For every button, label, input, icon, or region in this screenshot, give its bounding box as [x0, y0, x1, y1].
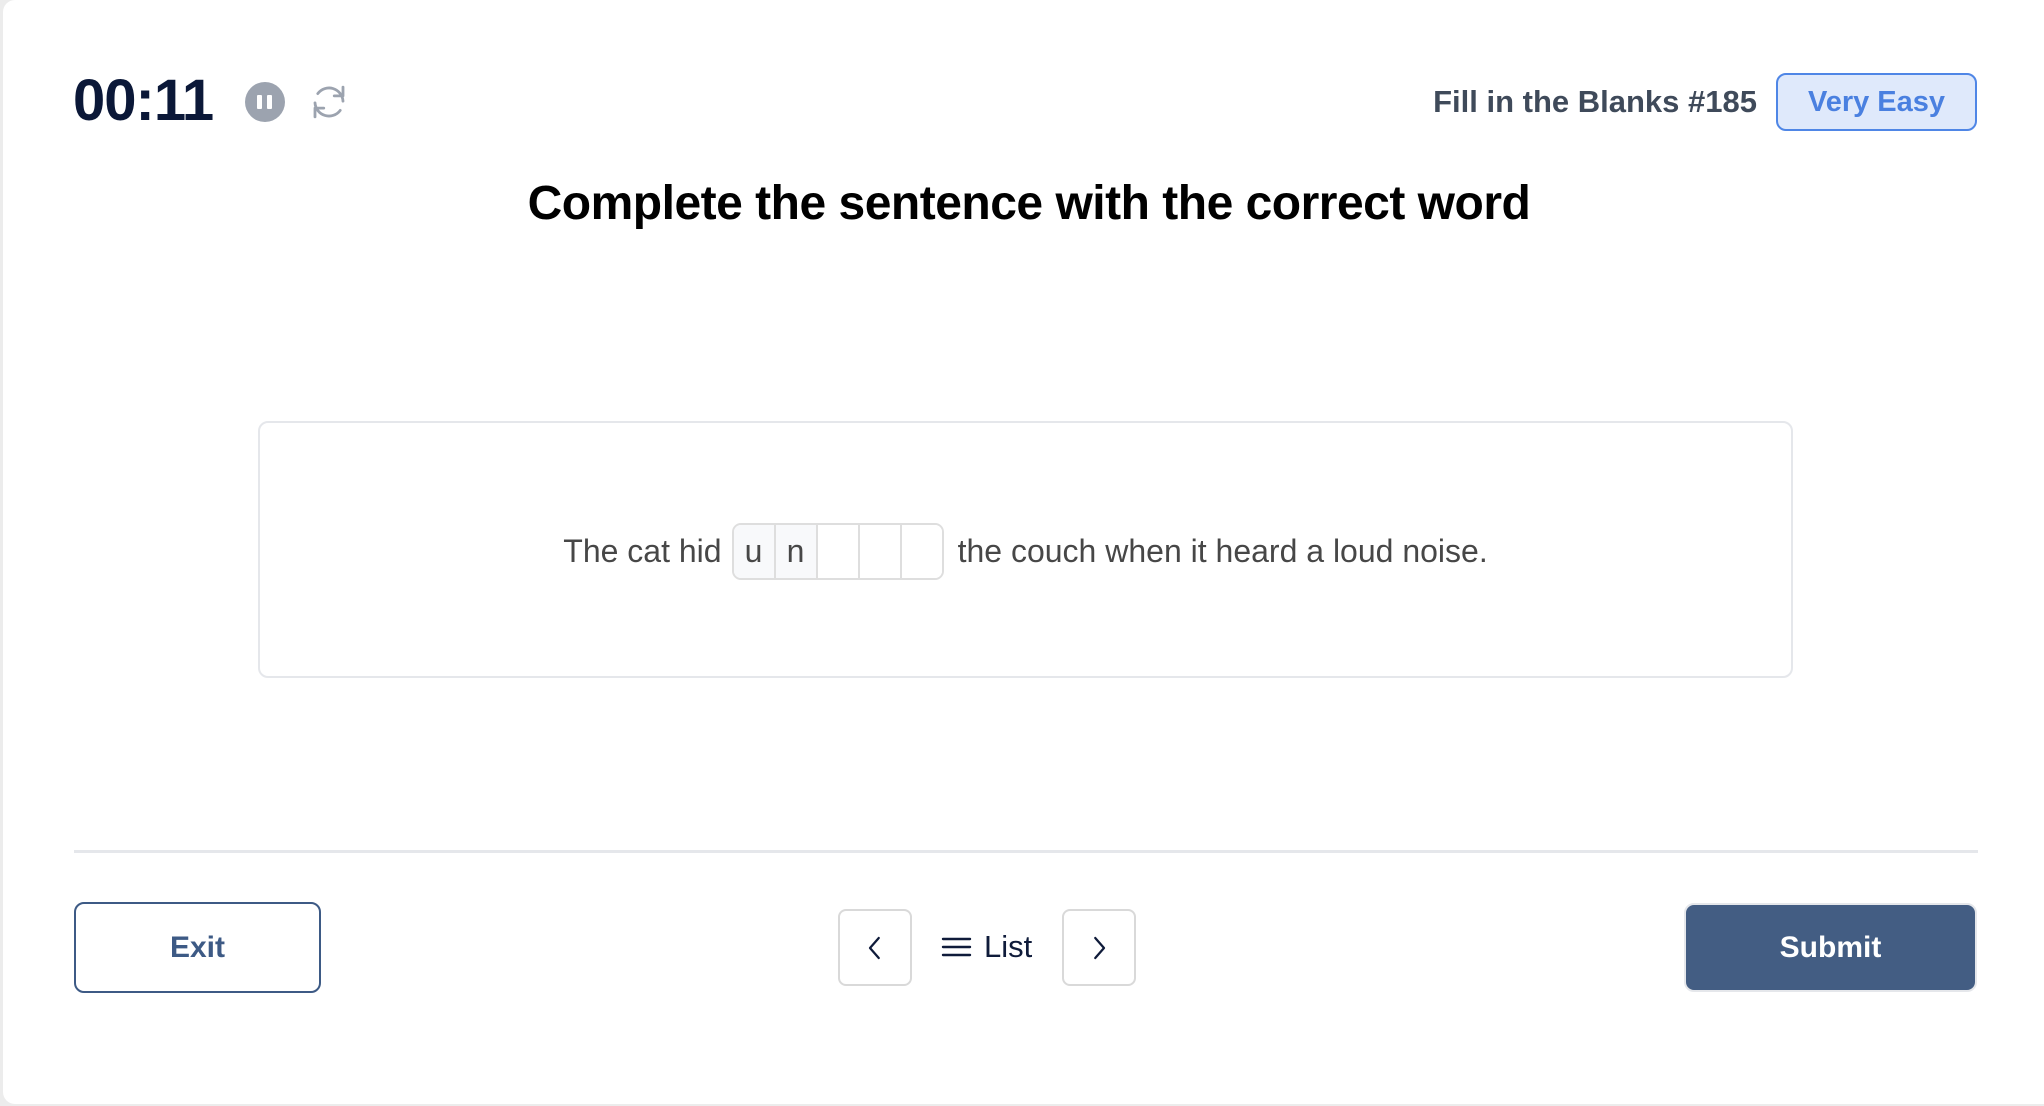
chevron-right-icon	[1094, 936, 1106, 959]
answer-letter-boxes[interactable]: u n	[731, 523, 944, 580]
refresh-icon	[313, 85, 345, 119]
letter-box[interactable]: u	[733, 525, 776, 578]
list-button[interactable]: List	[940, 925, 1032, 969]
restart-button[interactable]	[308, 81, 350, 123]
chevron-left-icon	[868, 936, 880, 959]
letter-box[interactable]	[901, 525, 942, 578]
letter-box[interactable]	[817, 525, 860, 578]
prompt-heading: Complete the sentence with the correct w…	[527, 177, 1531, 230]
list-icon	[941, 937, 972, 957]
letter-box[interactable]: n	[775, 525, 818, 578]
list-label: List	[984, 929, 1033, 964]
exit-button[interactable]: Exit	[74, 902, 321, 993]
sentence-before: The cat hid	[563, 533, 722, 569]
letter-box[interactable]	[859, 525, 902, 578]
difficulty-badge: Very Easy	[1776, 73, 1977, 131]
timer-display: 00:11	[73, 68, 214, 133]
game-title: Fill in the Blanks #185	[1433, 84, 1757, 119]
question-sentence: The cat hid u n the couch when it heard …	[258, 523, 1793, 580]
next-button[interactable]	[1062, 909, 1136, 986]
previous-button[interactable]	[838, 909, 912, 986]
pause-button[interactable]	[245, 82, 285, 122]
footer-divider	[74, 850, 1978, 853]
sentence-after: the couch when it heard a loud noise.	[957, 533, 1488, 569]
submit-button[interactable]: Submit	[1684, 903, 1977, 992]
